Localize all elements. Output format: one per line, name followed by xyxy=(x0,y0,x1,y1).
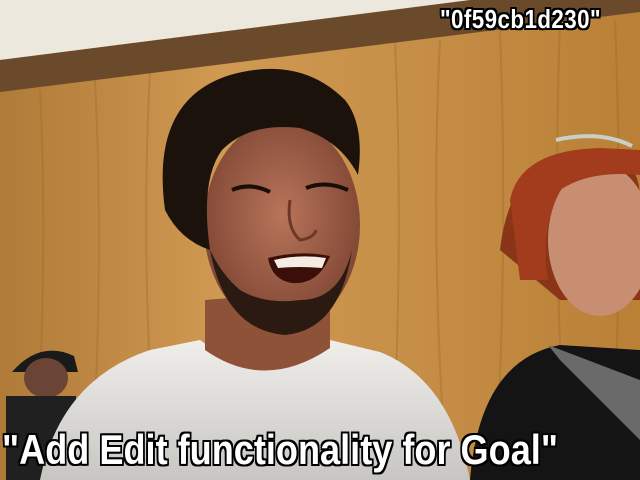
photo-scene: "0f59cb1d230" "Add Edit functionality fo… xyxy=(0,0,640,480)
bottom-caption: "Add Edit functionality for Goal" xyxy=(2,426,558,473)
photo xyxy=(0,0,640,480)
top-caption: "0f59cb1d230" xyxy=(440,4,602,34)
